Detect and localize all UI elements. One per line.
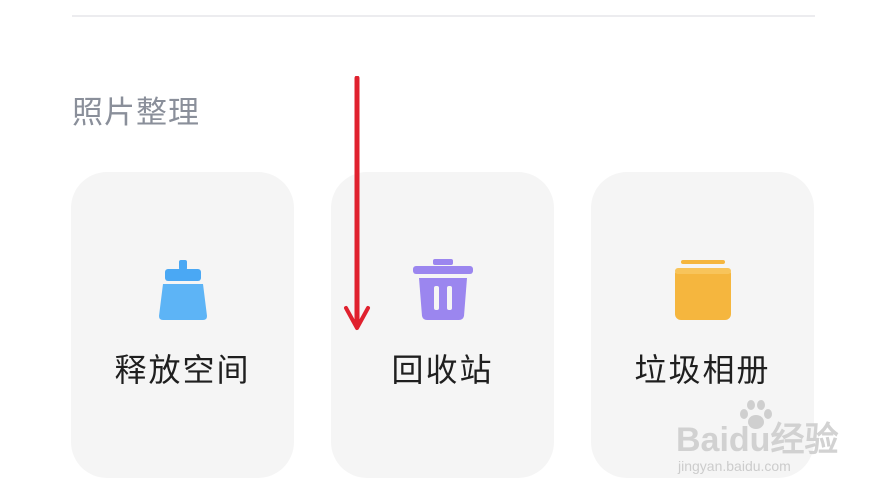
watermark-brand: Baidu经验 — [676, 421, 839, 459]
junk-album-label: 垃圾相册 — [634, 351, 771, 389]
folder-icon — [671, 258, 735, 322]
watermark-url: jingyan.baidu.com — [678, 458, 791, 474]
baidu-watermark: Baidu经验 jingyan.baidu.com — [676, 398, 876, 478]
trash-bin-icon — [411, 258, 475, 322]
top-divider — [72, 15, 815, 17]
broom-icon — [151, 258, 215, 322]
recycle-bin-label: 回收站 — [391, 351, 494, 389]
section-title: 照片整理 — [72, 95, 200, 131]
annotation-arrow — [340, 75, 376, 336]
free-space-card[interactable]: 释放空间 — [71, 172, 294, 478]
free-space-label: 释放空间 — [114, 351, 251, 389]
